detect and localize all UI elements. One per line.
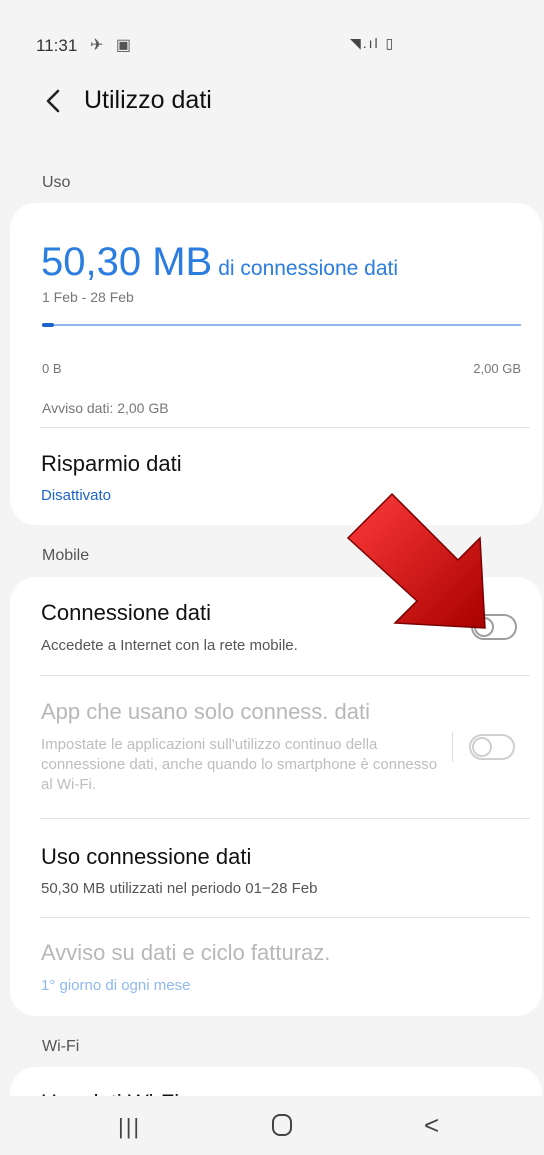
status-time: 11:31 [36,36,78,55]
billing-cycle-title: Avviso su dati e ciclo fatturaz. [41,940,331,965]
red-arrow-annotation [346,492,486,629]
section-label-wifi: Wi-Fi [42,1038,80,1055]
usage-amount-value: 50,30 MB [41,240,213,284]
billing-cycle-row[interactable]: Avviso su dati e ciclo fatturaz. 1° gior… [10,918,542,1014]
home-button[interactable] [272,1114,292,1136]
navigation-bar: ||| < [0,1096,544,1155]
page-title: Utilizzo dati [84,86,212,114]
usage-range-max: 2,00 GB [473,361,521,376]
section-label-uso: Uso [42,174,71,191]
data-saver-status: Disattivato [41,487,112,504]
data-connection-subtitle: Accedete a Internet con la rete mobile. [41,637,298,654]
usage-range-min: 0 B [42,361,62,376]
app-header: Utilizzo dati [0,78,544,128]
usage-amount[interactable]: 50,30 MB di connessione dati [41,240,398,285]
signal-battery-icons: ◥.ıl ▯ [350,35,396,51]
chevron-left-icon[interactable] [40,84,70,118]
apps-only-data-subtitle: Impostate le applicazioni sull'utilizzo … [41,736,438,793]
apps-only-data-row[interactable]: App che usano solo conness. dati Imposta… [10,676,542,818]
data-saver-title: Risparmio dati [41,451,182,476]
section-label-mobile: Mobile [42,547,90,564]
status-bar: 11:31 ✈ ▣ ◥.ıl ▯ [0,0,544,90]
data-usage-row[interactable]: Uso connessione dati 50,30 MB utilizzati… [10,819,542,917]
usage-progress-bar [42,323,521,327]
toggle-knob [472,737,492,757]
vertical-separator [452,732,453,762]
apps-only-data-title: App che usano solo conness. dati [41,699,371,724]
apps-only-data-toggle[interactable] [469,734,515,760]
data-usage-subtitle: 50,30 MB utilizzati nel periodo 01−28 Fe… [41,880,318,897]
billing-cycle-subtitle: 1° giorno di ogni mese [41,977,191,994]
usage-period: 1 Feb - 28 Feb [42,289,134,305]
usage-amount-unit: di connessione dati [218,257,399,280]
data-alert-limit: Avviso dati: 2,00 GB [42,400,169,416]
data-usage-title: Uso connessione dati [41,844,252,869]
recent-apps-button[interactable]: ||| [118,1114,141,1140]
data-connection-title: Connessione dati [41,600,212,625]
notification-icons: ✈ ▣ [90,37,135,54]
usage-progress-fill [42,323,54,327]
usage-card: 50,30 MB di connessione dati 1 Feb - 28 F… [10,203,542,525]
back-button[interactable]: < [424,1110,439,1141]
